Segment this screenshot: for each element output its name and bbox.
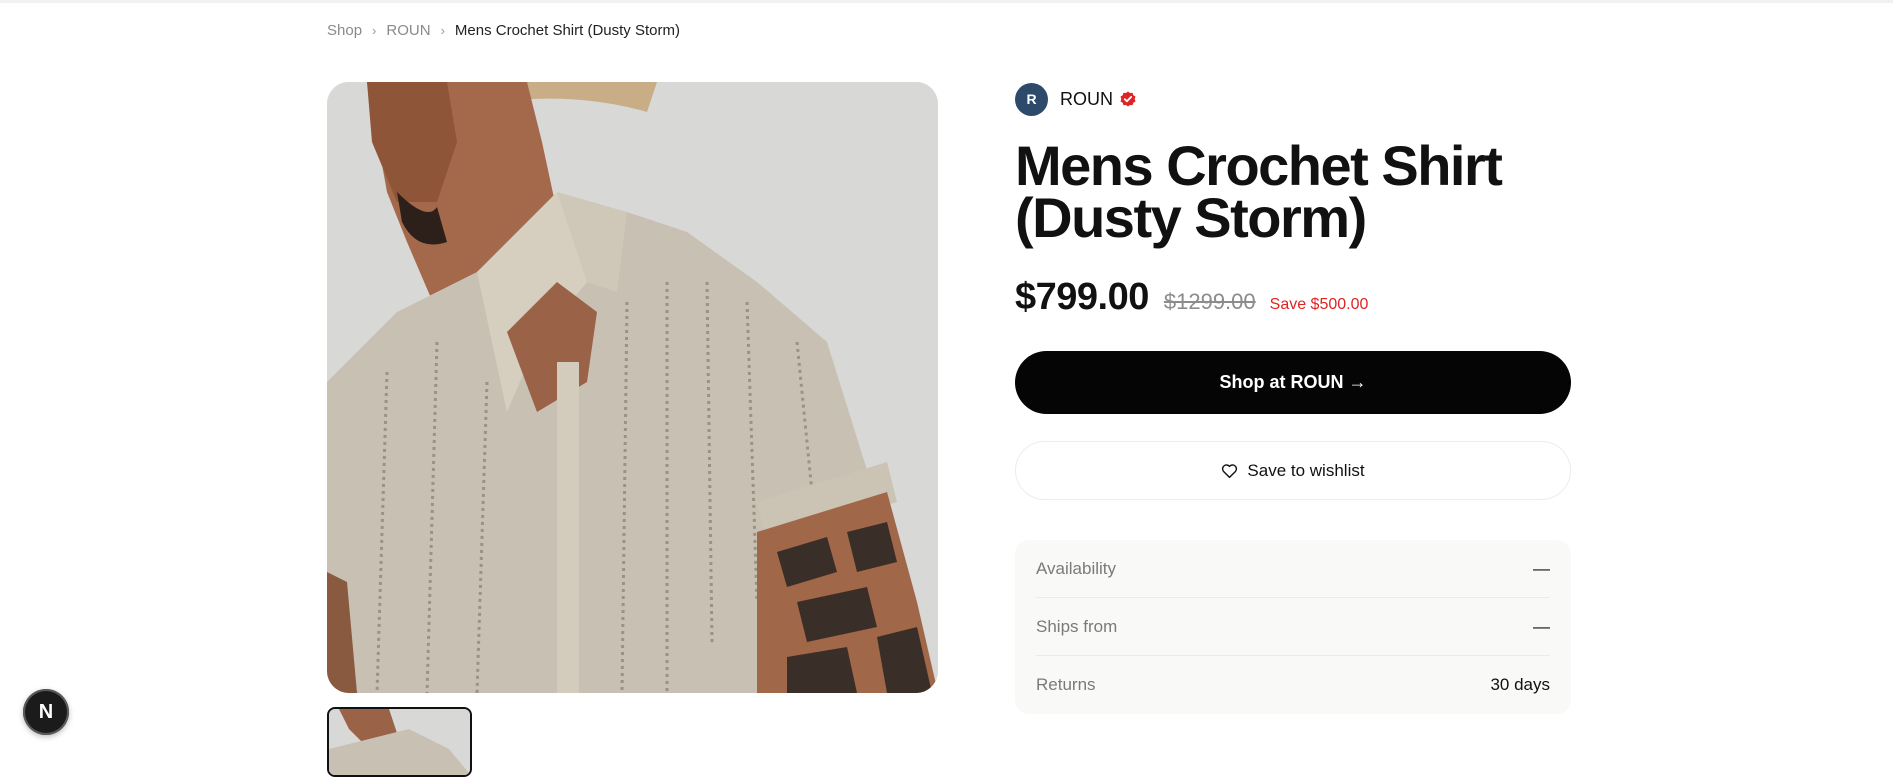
heart-icon (1222, 463, 1238, 478)
detail-value: — (1533, 558, 1550, 578)
product-info-panel: R ROUN Mens Crochet Shirt (Dusty Storm) … (1015, 82, 1571, 714)
detail-label: Availability (1036, 558, 1117, 578)
product-thumbnail[interactable] (327, 707, 472, 777)
price-row: $799.00 $1299.00 Save $500.00 (1015, 276, 1571, 319)
detail-value: — (1533, 616, 1550, 636)
product-main-image[interactable] (327, 82, 938, 693)
top-divider (0, 0, 1893, 3)
breadcrumb-current: Mens Crochet Shirt (Dusty Storm) (454, 22, 680, 39)
original-price: $1299.00 (1163, 289, 1256, 314)
chevron-right-icon: › (372, 23, 377, 38)
product-details-box: Availability — Ships from — Returns 30 d… (1015, 540, 1571, 714)
detail-value: 30 days (1490, 675, 1550, 694)
product-title: Mens Crochet Shirt (Dusty Storm) (1015, 134, 1503, 249)
breadcrumb-shop[interactable]: Shop (327, 22, 362, 39)
save-to-wishlist-button[interactable]: Save to wishlist (1015, 441, 1571, 500)
detail-label: Ships from (1036, 616, 1118, 636)
detail-row-availability: Availability — (1036, 540, 1550, 598)
current-price: $799.00 (1015, 276, 1149, 318)
breadcrumb: Shop › ROUN › Mens Crochet Shirt (Dusty … (327, 22, 680, 39)
savings-label: Save $500.00 (1269, 296, 1369, 313)
wishlist-label: Save to wishlist (1247, 460, 1365, 480)
brand-row[interactable]: R ROUN (1015, 82, 1571, 116)
brand-name[interactable]: ROUN (1060, 89, 1113, 110)
breadcrumb-brand[interactable]: ROUN (386, 22, 430, 39)
detail-row-returns: Returns 30 days (1036, 656, 1550, 714)
detail-label: Returns (1036, 675, 1096, 694)
chevron-right-icon: › (440, 23, 445, 38)
app-launcher-button[interactable]: N (23, 689, 69, 735)
shop-at-retailer-button[interactable]: Shop at ROUN → (1015, 351, 1571, 414)
brand-avatar: R (1015, 82, 1048, 116)
verified-badge-icon (1120, 91, 1136, 107)
detail-row-ships-from: Ships from — (1036, 598, 1550, 656)
